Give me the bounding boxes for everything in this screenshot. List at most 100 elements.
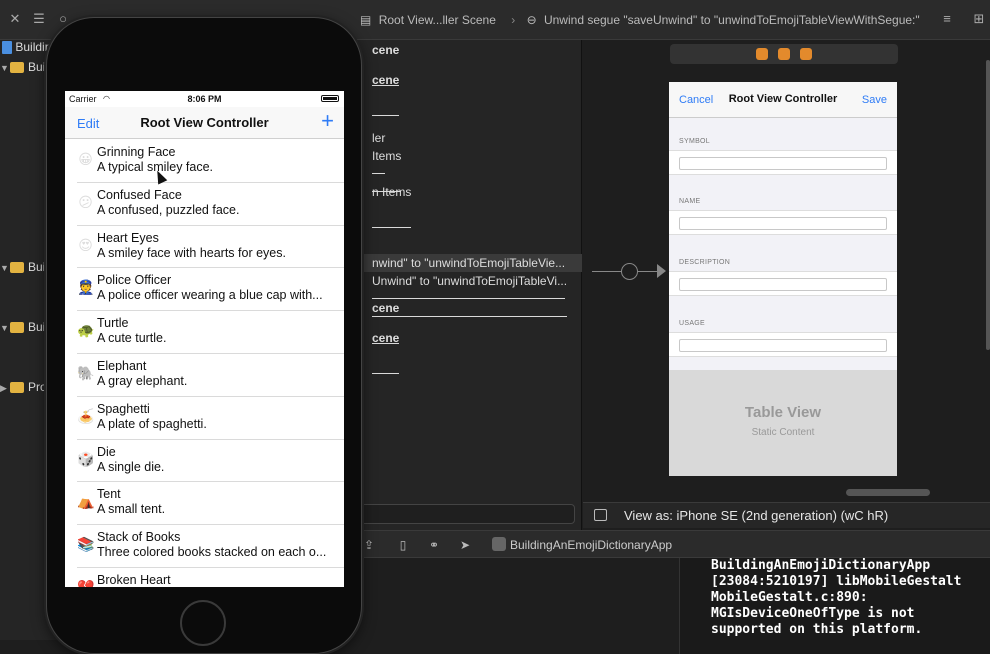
home-button[interactable]: [180, 600, 226, 646]
emoji-name: Tent: [97, 487, 121, 502]
section-header: SYMBOL: [679, 138, 710, 145]
outline-item[interactable]: n Items: [372, 185, 412, 228]
editor-options-icon[interactable]: ≡: [940, 12, 954, 26]
outline-item[interactable]: Unwind" to "unwindToEmojiTableVi...: [372, 274, 568, 317]
detail-scene[interactable]: Cancel Root View Controller Save SYMBOL …: [669, 82, 897, 476]
emoji-description: A typical smiley face.: [97, 160, 214, 174]
disclosure-icon: ▼: [0, 263, 9, 273]
emoji-description: A small tent.: [97, 502, 166, 517]
save-button[interactable]: Save: [862, 94, 887, 106]
hierarchy-icon[interactable]: ☰: [32, 12, 46, 26]
add-button[interactable]: +: [321, 110, 334, 132]
emoji-name: Die: [97, 444, 116, 459]
location-icon[interactable]: ➤: [458, 538, 472, 552]
nav-bar: Edit Root View Controller +: [65, 107, 344, 139]
status-bar: Carrier ◠ 8:06 PM: [65, 91, 344, 107]
table-row[interactable]: 💔 Broken Heart: [77, 568, 344, 587]
emoji-name: Grinning Face: [97, 145, 176, 159]
scene-icon: ▤: [360, 13, 372, 27]
table-row[interactable]: 😕 Confused Face A confused, puzzled face.: [77, 183, 344, 226]
description-field[interactable]: [679, 278, 887, 291]
usage-field[interactable]: [679, 339, 887, 352]
navigator-group[interactable]: ▼ Buil: [0, 60, 48, 78]
scene-dock[interactable]: [670, 44, 898, 64]
name-cell[interactable]: [669, 210, 897, 235]
table-row[interactable]: 🐢 Turtle A cute turtle.: [77, 311, 344, 354]
exit-icon[interactable]: [800, 48, 812, 60]
emoji-symbol: 🎲: [77, 450, 95, 467]
view-debugger-icon[interactable]: ▯: [396, 538, 410, 552]
segue-icon[interactable]: [621, 263, 638, 280]
usage-cell[interactable]: [669, 332, 897, 357]
split-editor-icon[interactable]: ⊞: [972, 12, 986, 26]
emoji-description: A gray elephant.: [97, 373, 188, 388]
emoji-name: Police Officer: [97, 273, 172, 288]
navigator-item[interactable]: Buildin: [2, 40, 51, 58]
jump-scene[interactable]: Root View...ller Scene: [379, 13, 496, 27]
emoji-symbol: 🐘: [77, 364, 95, 381]
jump-bar[interactable]: ▤ Root View...ller Scene › ⊖ Unwind segu…: [360, 13, 924, 27]
table-row[interactable]: 🐘 Elephant A gray elephant.: [77, 354, 344, 397]
disclosure-icon: ▶: [0, 383, 7, 393]
outline-item[interactable]: cene: [372, 331, 400, 374]
symbol-cell[interactable]: [669, 150, 897, 175]
view-controller-icon[interactable]: [756, 48, 768, 60]
emoji-table[interactable]: 😀 Grinning Face A typical smiley face. 😕 Con…: [65, 140, 344, 587]
symbol-field[interactable]: [679, 157, 887, 170]
view-as-label[interactable]: View as: iPhone SE (2nd generation) (wC …: [624, 508, 888, 523]
debug-app-name[interactable]: BuildingAnEmojiDictionaryApp: [510, 538, 672, 552]
table-row[interactable]: 👮 Police Officer A police officer wearing …: [77, 268, 344, 312]
static-content-placeholder: Table View Static Content: [669, 370, 897, 476]
emoji-description: A police officer wearing a blue cap with…: [97, 288, 323, 303]
table-row[interactable]: 😍 Heart Eyes A smiley face with hearts for…: [77, 226, 344, 269]
emoji-name: Heart Eyes: [97, 230, 159, 245]
emoji-description: Three colored books stacked on each o...: [97, 545, 327, 560]
table-row[interactable]: 🎲 Die A single die.: [77, 440, 344, 483]
section-header: USAGE: [679, 320, 706, 327]
document-outline: cene cene ler Items n Items nwind" to "u…: [340, 40, 582, 530]
navigator-group[interactable]: ▶ Pro: [0, 380, 47, 398]
navigator-group[interactable]: ▼ Buil: [0, 260, 48, 278]
folder-icon: [10, 382, 24, 394]
navigator-group[interactable]: ▼ Buil: [0, 320, 48, 338]
emoji-description: A smiley face with hearts for eyes.: [97, 245, 286, 260]
emoji-name: Turtle: [97, 316, 129, 331]
name-field[interactable]: [679, 217, 887, 230]
emoji-description: A single die.: [97, 459, 165, 474]
console-output[interactable]: BuildingAnEmojiDictionaryApp [23084:5210…: [680, 558, 990, 654]
emoji-name: Elephant: [97, 358, 147, 373]
battery-icon: [321, 95, 339, 102]
description-cell[interactable]: [669, 271, 897, 296]
outline-item[interactable]: cene: [372, 73, 400, 116]
outline-filter-input[interactable]: [355, 504, 575, 524]
clock: 8:06 PM: [187, 94, 222, 104]
emoji-description: A confused, puzzled face.: [97, 202, 240, 217]
table-row[interactable]: 📚 Stack of Books Three colored books stack…: [77, 525, 344, 568]
first-responder-icon[interactable]: [778, 48, 790, 60]
emoji-name: Broken Heart: [97, 572, 171, 587]
close-icon[interactable]: ✕: [8, 12, 22, 26]
sidebar-toggle-icon[interactable]: [594, 509, 607, 521]
emoji-symbol: 👮: [77, 279, 95, 296]
emoji-symbol: 🍝: [77, 407, 95, 424]
folder-icon: [10, 62, 24, 74]
share-icon[interactable]: ⇪: [362, 538, 376, 552]
nav-title: Root View Controller: [140, 115, 269, 130]
variables-view: [340, 558, 680, 654]
emoji-symbol: 😍: [78, 236, 93, 253]
segue-arrow-icon: [657, 264, 666, 278]
emoji-description: A plate of spaghetti.: [97, 416, 207, 431]
emoji-description: A cute turtle.: [97, 331, 167, 346]
simulator-screen[interactable]: Carrier ◠ 8:06 PM Edit Root View Control…: [65, 91, 344, 587]
vertical-scrollbar[interactable]: [986, 60, 990, 350]
debug-bar: ⇪ ▯ ⚭ ➤ BuildingAnEmojiDictionaryApp: [340, 530, 990, 558]
folder-icon: [10, 262, 24, 274]
table-row[interactable]: 🍝 Spaghetti A plate of spaghetti.: [77, 397, 344, 440]
jump-segue[interactable]: Unwind segue "saveUnwind" to "unwindToEm…: [544, 13, 920, 27]
emoji-symbol: 📚: [77, 536, 95, 553]
memory-graph-icon[interactable]: ⚭: [427, 538, 441, 552]
horizontal-scrollbar[interactable]: [846, 489, 930, 496]
table-row[interactable]: 😀 Grinning Face A typical smiley face.: [77, 140, 344, 183]
table-row[interactable]: ⛺ Tent A small tent.: [77, 482, 344, 526]
emoji-symbol: 😀: [78, 151, 93, 167]
